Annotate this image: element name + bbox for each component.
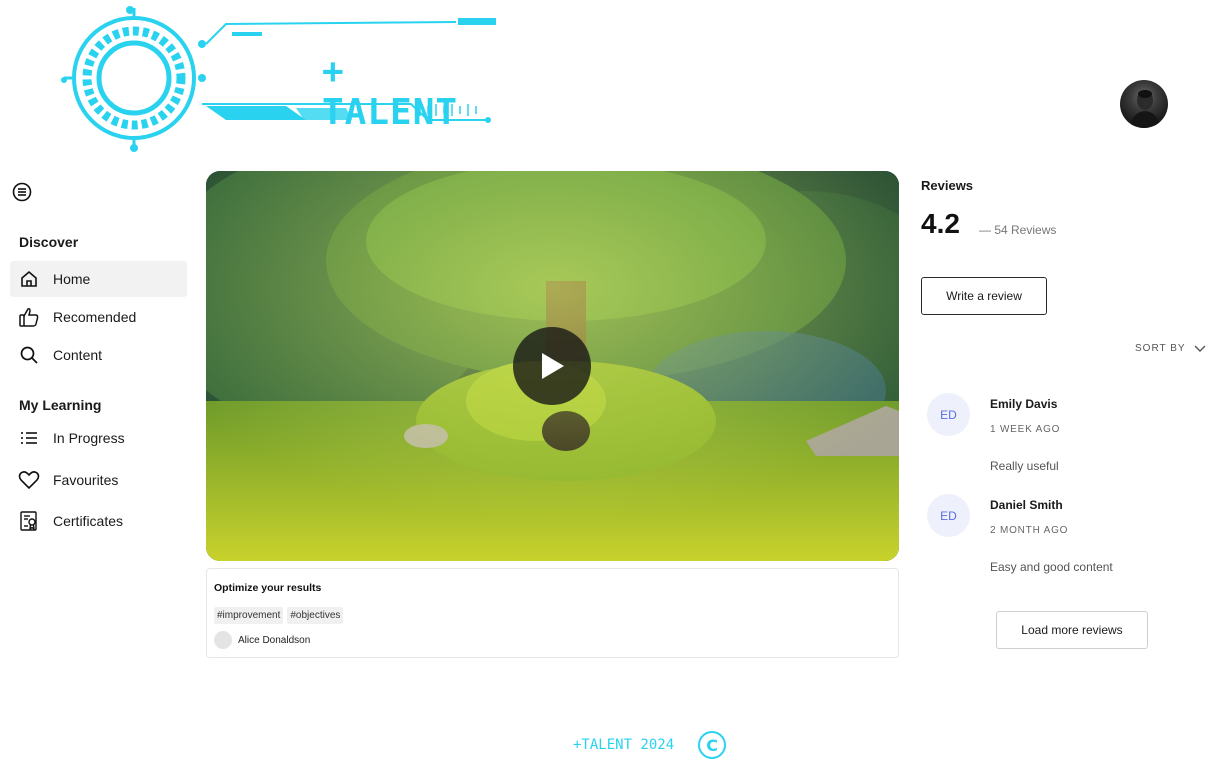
tag[interactable]: #improvement — [214, 607, 284, 624]
logo-text: + TALENT — [322, 51, 459, 133]
sidebar-item-label: In Progress — [53, 430, 125, 446]
reviewer-initials: ED — [927, 393, 970, 436]
brand-logo[interactable]: + TALENT — [56, 4, 500, 156]
home-icon — [18, 268, 40, 290]
sidebar-item-label: Home — [53, 271, 91, 287]
sidebar-item-label: Certificates — [53, 513, 124, 529]
section-title-discover: Discover — [19, 234, 79, 250]
rating-value: 4.2 — [921, 208, 960, 239]
sort-by-dropdown[interactable]: SORT BY — [1135, 343, 1206, 354]
sidebar-item-home[interactable]: Home — [10, 261, 187, 297]
menu-icon[interactable] — [12, 182, 32, 202]
sidebar-item-label: Content — [53, 347, 103, 363]
reviewer-initials: ED — [927, 494, 970, 537]
user-avatar[interactable] — [1120, 80, 1168, 128]
reviewer-name: Emily Davis — [990, 397, 1058, 411]
list-icon — [18, 427, 40, 449]
video-title: Optimize your results — [214, 582, 322, 594]
sort-by-label: SORT BY — [1135, 343, 1186, 354]
review-text: Easy and good content — [990, 560, 1113, 574]
avatar-photo-icon — [1130, 90, 1160, 128]
sidebar-item-recomended[interactable]: Recomended — [10, 299, 187, 335]
play-button[interactable] — [513, 327, 591, 405]
tag-list: #improvement #objectives — [214, 607, 344, 624]
tag[interactable]: #objectives — [287, 607, 344, 624]
certificate-icon — [18, 510, 40, 532]
reviewer-name: Daniel Smith — [990, 498, 1063, 512]
sidebar-item-favourites[interactable]: Favourites — [10, 462, 187, 498]
write-review-button[interactable]: Write a review — [921, 277, 1047, 315]
review-time: 1 WEEK AGO — [990, 424, 1061, 435]
video-info-card: Optimize your results #improvement #obje… — [206, 568, 899, 658]
play-icon — [542, 353, 564, 379]
footer-text: +TALENT 2024 — [573, 737, 675, 753]
review-text: Really useful — [990, 459, 1059, 473]
author-name: Alice Donaldson — [238, 634, 311, 646]
sidebar-item-label: Recomended — [53, 309, 137, 325]
chevron-down-icon — [1194, 345, 1206, 352]
search-icon — [18, 344, 40, 366]
sidebar-item-certificates[interactable]: Certificates — [10, 503, 187, 539]
section-title-my-learning: My Learning — [19, 397, 102, 413]
rating-count: — 54 Reviews — [979, 223, 1057, 237]
sidebar-item-in-progress[interactable]: In Progress — [10, 420, 187, 456]
thumbs-up-icon — [18, 306, 40, 328]
footer: +TALENT 2024 C — [573, 731, 727, 759]
page: + TALENT Discover Home Recomended Conten… — [0, 0, 1209, 759]
author-avatar — [214, 631, 232, 649]
video-author: Alice Donaldson — [214, 631, 310, 649]
reviews-title: Reviews — [921, 178, 974, 193]
heart-icon — [18, 469, 40, 491]
sidebar-item-content[interactable]: Content — [10, 337, 187, 373]
copyright-icon: C — [698, 731, 727, 759]
sidebar-item-label: Favourites — [53, 472, 119, 488]
load-more-reviews-button[interactable]: Load more reviews — [996, 611, 1148, 649]
review-time: 2 MONTH AGO — [990, 525, 1069, 536]
